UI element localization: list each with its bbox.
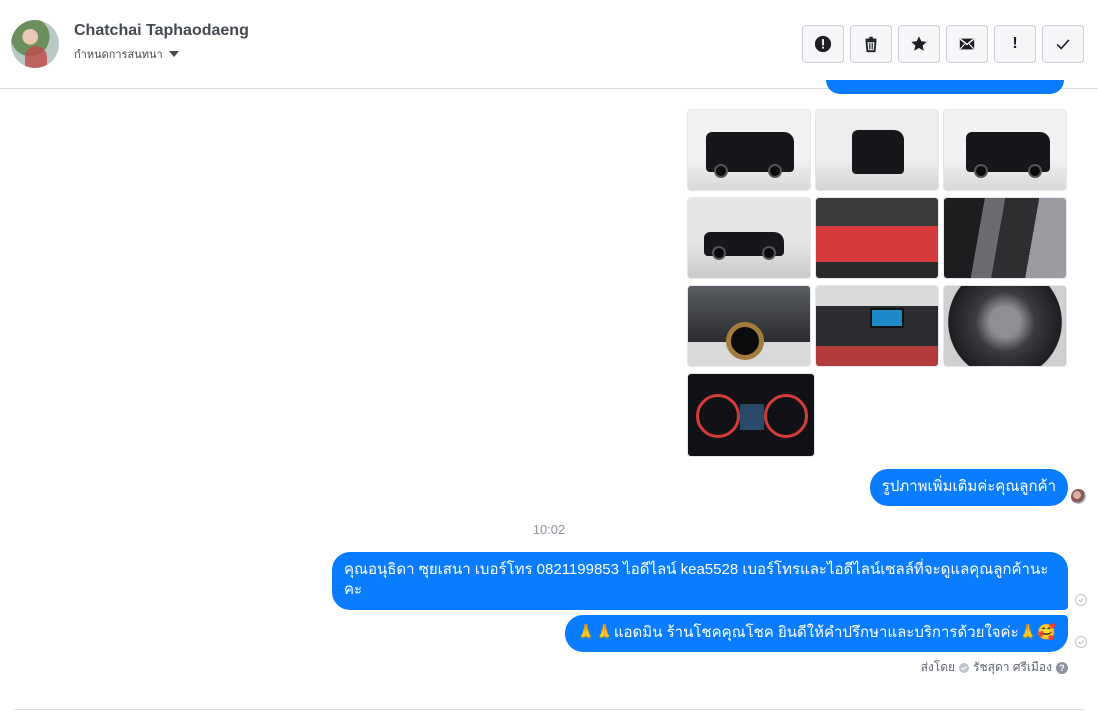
- follow-up-button[interactable]: !: [994, 25, 1036, 63]
- conversation-settings-dropdown[interactable]: กำหนดการสนทนา: [74, 45, 179, 63]
- seen-avatar: [1071, 489, 1086, 504]
- star-button[interactable]: [898, 25, 940, 63]
- photo-thumbnail[interactable]: [815, 285, 939, 367]
- photo-thumbnail[interactable]: [815, 109, 939, 191]
- photo-thumbnail[interactable]: [687, 285, 811, 367]
- photo-thumbnail[interactable]: [943, 197, 1067, 279]
- sender-name[interactable]: รัชสุดา ศรีเมือง: [973, 658, 1052, 677]
- contact-name[interactable]: Chatchai Taphaodaeng: [74, 22, 249, 40]
- sent-by-info: ส่งโดย รัชสุดา ศรีเมือง ?: [921, 658, 1068, 677]
- exclamation-circle-icon: [814, 35, 832, 53]
- composer-divider: [14, 709, 1084, 710]
- mark-unread-button[interactable]: [946, 25, 988, 63]
- sent-status-icon: [1075, 636, 1087, 648]
- photo-thumbnail[interactable]: [687, 109, 811, 191]
- conversation-settings-label: กำหนดการสนทนา: [74, 49, 163, 61]
- mark-spam-button[interactable]: [802, 25, 844, 63]
- conversation-thread[interactable]: รูปภาพเพิ่มเติมค่ะคุณลูกค้า 10:02 คุณอนุ…: [0, 80, 1098, 708]
- timestamp: 10:02: [532, 522, 566, 537]
- header-actions: !: [802, 25, 1084, 63]
- exclamation-mark-label: !: [1012, 35, 1018, 52]
- contact-avatar[interactable]: [11, 20, 59, 68]
- photo-thumbnail[interactable]: [943, 285, 1067, 367]
- caret-down-icon: [168, 51, 179, 57]
- envelope-icon: [959, 38, 975, 50]
- photo-thumbnail[interactable]: [943, 109, 1067, 191]
- message-bubble[interactable]: คุณอนุธิดา ซุยเสนา เบอร์โทร 0821199853 ไ…: [332, 552, 1068, 610]
- message-bubble[interactable]: รูปภาพเพิ่มเติมค่ะคุณลูกค้า: [869, 469, 1068, 506]
- photo-thumbnail[interactable]: [815, 197, 939, 279]
- sent-by-label: ส่งโดย: [920, 660, 956, 674]
- conversation-header: Chatchai Taphaodaeng กำหนดการสนทนา !: [0, 0, 1098, 89]
- check-circle-icon: [959, 662, 970, 673]
- check-icon: [1056, 39, 1070, 50]
- photo-thumbnail[interactable]: [687, 197, 811, 279]
- sent-status-icon: [1075, 594, 1087, 606]
- star-icon: [911, 36, 927, 51]
- help-icon[interactable]: ?: [1056, 661, 1068, 674]
- trash-icon: [865, 36, 877, 53]
- mark-done-button[interactable]: [1042, 25, 1084, 63]
- delete-button[interactable]: [850, 25, 892, 63]
- message-bubble[interactable]: 🙏🙏แอดมิน ร้านโชคคุณโชค ยินดีให้คำปรึกษาแ…: [564, 615, 1068, 652]
- photo-thumbnail[interactable]: [687, 373, 815, 457]
- previous-message-bubble: [826, 80, 1064, 94]
